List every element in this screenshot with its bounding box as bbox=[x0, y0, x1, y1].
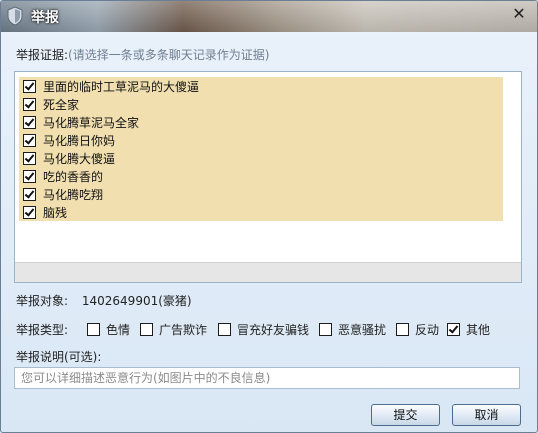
list-item[interactable]: 马化腾日你妈 bbox=[19, 131, 503, 149]
list-item-text: 马化腾草泥马全家 bbox=[43, 115, 140, 130]
target-label: 举报对象: bbox=[16, 294, 69, 308]
list-item-text: 脑残 bbox=[43, 205, 68, 220]
description-label: 举报说明(可选): bbox=[16, 350, 102, 364]
evidence-checkbox[interactable] bbox=[23, 169, 36, 183]
evidence-list: 里面的临时工草泥马的大傻逼 死全家 马化腾草泥马全家 马化腾日你妈 马化腾大傻逼… bbox=[19, 77, 503, 221]
title-bar-shade bbox=[1, 1, 537, 32]
report-dialog: 举报 ✕ 举报证据:(请选择一条或多条聊天记录作为证据) 里面的临时工草泥马的大… bbox=[0, 0, 538, 433]
evidence-header: 举报证据:(请选择一条或多条聊天记录作为证据) bbox=[16, 46, 269, 63]
evidence-checkbox[interactable] bbox=[23, 205, 36, 219]
type-checkbox[interactable] bbox=[140, 323, 153, 336]
type-checkbox[interactable] bbox=[87, 323, 100, 336]
list-item-text: 马化腾吃翔 bbox=[43, 187, 104, 202]
list-item[interactable]: 马化腾吃翔 bbox=[19, 185, 503, 203]
evidence-label: 举报证据: bbox=[16, 48, 69, 62]
evidence-checkbox[interactable] bbox=[23, 97, 36, 111]
list-item[interactable]: 马化腾草泥马全家 bbox=[19, 113, 503, 131]
list-item-text: 吃的香香的 bbox=[43, 169, 104, 184]
report-types: 举报类型: 色情 广告欺诈 冒充好友骗钱 恶意骚扰 反动 其他 bbox=[16, 321, 526, 337]
list-item[interactable]: 吃的香香的 bbox=[19, 167, 503, 185]
close-icon[interactable]: ✕ bbox=[509, 5, 529, 23]
type-option-porn[interactable]: 色情 bbox=[87, 321, 130, 338]
type-option-ad-fraud[interactable]: 广告欺诈 bbox=[140, 321, 207, 338]
type-option-label: 其他 bbox=[466, 323, 491, 337]
type-checkbox[interactable] bbox=[218, 323, 231, 336]
window-title: 举报 bbox=[31, 10, 59, 26]
type-checkbox[interactable] bbox=[447, 323, 460, 336]
list-item[interactable]: 马化腾大傻逼 bbox=[19, 149, 503, 167]
evidence-hint: (请选择一条或多条聊天记录作为证据) bbox=[68, 48, 270, 62]
evidence-checkbox[interactable] bbox=[23, 151, 36, 165]
type-option-label: 冒充好友骗钱 bbox=[237, 323, 310, 337]
list-item-text: 里面的临时工草泥马的大傻逼 bbox=[43, 79, 200, 94]
evidence-list-footer bbox=[15, 262, 521, 282]
evidence-checkbox[interactable] bbox=[23, 79, 36, 93]
cancel-button[interactable]: 取消 bbox=[452, 404, 521, 426]
list-item-text: 马化腾日你妈 bbox=[43, 133, 116, 148]
target-value: 1402649901(豪猪) bbox=[81, 294, 192, 308]
evidence-checkbox[interactable] bbox=[23, 187, 36, 201]
type-option-reactionary[interactable]: 反动 bbox=[396, 321, 439, 338]
shield-icon bbox=[7, 6, 23, 26]
types-label: 举报类型: bbox=[16, 323, 69, 337]
list-item[interactable]: 里面的临时工草泥马的大傻逼 bbox=[19, 77, 503, 95]
list-item[interactable]: 死全家 bbox=[19, 95, 503, 113]
evidence-checkbox[interactable] bbox=[23, 133, 36, 147]
type-option-harassment[interactable]: 恶意骚扰 bbox=[319, 321, 386, 338]
report-target: 举报对象: 1402649901(豪猪) bbox=[16, 292, 192, 309]
type-option-label: 色情 bbox=[106, 323, 131, 337]
type-checkbox[interactable] bbox=[396, 323, 409, 336]
evidence-checkbox[interactable] bbox=[23, 115, 36, 129]
list-item-text: 马化腾大傻逼 bbox=[43, 151, 116, 166]
type-option-label: 反动 bbox=[415, 323, 440, 337]
type-option-other[interactable]: 其他 bbox=[447, 321, 490, 338]
type-checkbox[interactable] bbox=[319, 323, 332, 336]
title-bar[interactable]: 举报 ✕ bbox=[1, 1, 537, 32]
type-option-label: 广告欺诈 bbox=[159, 323, 208, 337]
list-item-text: 死全家 bbox=[43, 97, 80, 112]
type-option-label: 恶意骚扰 bbox=[338, 323, 387, 337]
submit-button[interactable]: 提交 bbox=[371, 404, 440, 426]
description-input[interactable] bbox=[14, 367, 520, 389]
evidence-list-box[interactable]: 里面的临时工草泥马的大傻逼 死全家 马化腾草泥马全家 马化腾日你妈 马化腾大傻逼… bbox=[14, 71, 522, 283]
type-option-impersonation[interactable]: 冒充好友骗钱 bbox=[218, 321, 309, 338]
list-item[interactable]: 脑残 bbox=[19, 203, 503, 221]
